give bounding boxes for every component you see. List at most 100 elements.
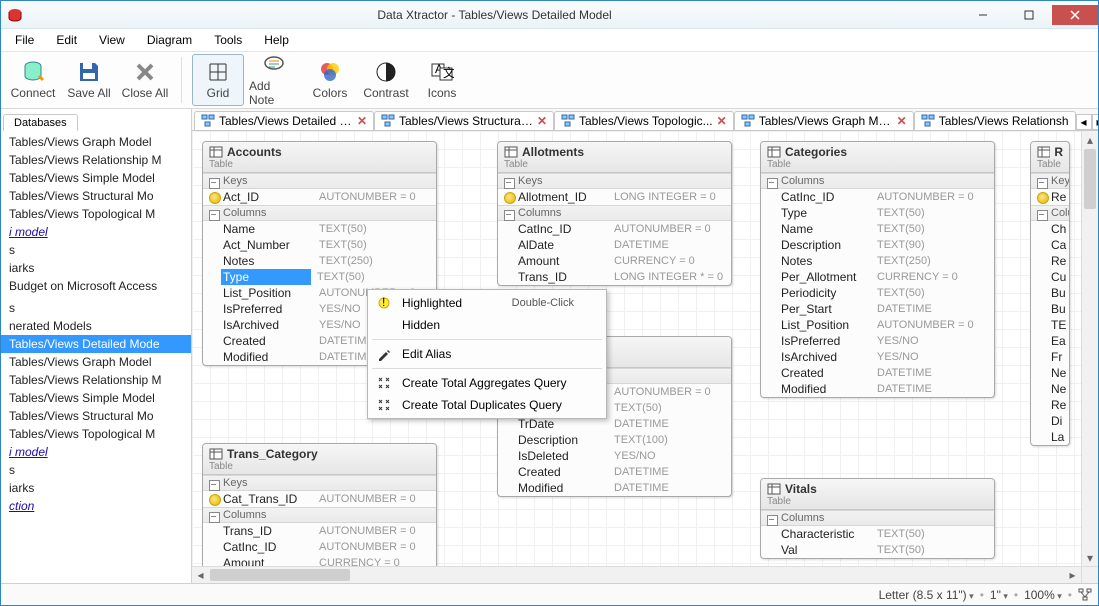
menu-item[interactable]: Hidden (370, 314, 604, 336)
tab-relationship[interactable]: Tables/Views Relationsh (914, 111, 1076, 130)
sidebar-item[interactable]: Tables/Views Structural Mo (1, 407, 191, 425)
column-row[interactable]: Di (1031, 413, 1069, 429)
column-row[interactable]: AlDateDATETIME (498, 237, 731, 253)
sidebar-item[interactable]: Tables/Views Structural Mo (1, 187, 191, 205)
section-columns[interactable]: Columns (761, 173, 994, 189)
tab-structural[interactable]: Tables/Views Structural...✕ (374, 111, 554, 130)
menu-view[interactable]: View (89, 31, 135, 49)
scroll-left-icon[interactable]: ◂ (192, 567, 209, 583)
zoom-select[interactable]: 100% (1024, 588, 1062, 602)
addnote-button[interactable]: Add Note (248, 54, 300, 106)
margin-select[interactable]: 1" (990, 588, 1008, 602)
column-row[interactable]: Per_StartDATETIME (761, 301, 994, 317)
column-row[interactable]: Ne (1031, 381, 1069, 397)
tab-detailed[interactable]: Tables/Views Detailed M...✕ (194, 111, 374, 130)
column-row[interactable]: CreatedDATETIME (498, 464, 731, 480)
menu-item[interactable]: Edit Alias (370, 343, 604, 365)
tab-topological[interactable]: Tables/Views Topologic...✕ (554, 111, 734, 130)
column-row[interactable]: Allotment_IDLONG INTEGER = 0 (498, 189, 731, 205)
maximize-button[interactable] (1006, 5, 1052, 25)
section-keys[interactable]: Keys (1031, 173, 1069, 189)
table-allotments[interactable]: AllotmentsTableKeysAllotment_IDLONG INTE… (497, 141, 732, 286)
grid-button[interactable]: Grid (192, 54, 244, 106)
connect-button[interactable]: Connect (7, 54, 59, 106)
sidebar-item[interactable]: iarks (1, 259, 191, 277)
section-columns[interactable]: Columns (203, 205, 436, 221)
column-row[interactable]: ModifiedDATETIME (498, 480, 731, 496)
column-row[interactable]: Ca (1031, 237, 1069, 253)
sidebar-item[interactable]: nerated Models (1, 317, 191, 335)
column-row[interactable]: List_PositionAUTONUMBER = 0 (761, 317, 994, 333)
table-transcategory[interactable]: Trans_CategoryTableKeysCat_Trans_IDAUTON… (202, 443, 437, 572)
diagram-icon[interactable] (1078, 588, 1092, 602)
closeall-button[interactable]: Close All (119, 54, 171, 106)
page-size-select[interactable]: Letter (8.5 x 11") (879, 588, 974, 602)
column-row[interactable]: NotesTEXT(250) (761, 253, 994, 269)
close-button[interactable] (1052, 5, 1098, 25)
section-columns[interactable]: Columns (1031, 205, 1069, 221)
horizontal-scrollbar[interactable]: ◂▸ (192, 566, 1081, 583)
menu-item[interactable]: !HighlightedDouble-Click (370, 292, 604, 314)
column-row[interactable]: Re (1031, 397, 1069, 413)
column-row[interactable]: NameTEXT(50) (203, 221, 436, 237)
column-row[interactable]: NameTEXT(50) (761, 221, 994, 237)
close-icon[interactable]: ✕ (897, 114, 907, 128)
column-row[interactable]: Bu (1031, 285, 1069, 301)
tab-scroll-left[interactable]: ◂ (1076, 114, 1092, 130)
section-columns[interactable]: Columns (203, 507, 436, 523)
column-row[interactable]: Ne (1031, 365, 1069, 381)
column-row[interactable]: TypeTEXT(50) (203, 269, 436, 285)
diagram-canvas[interactable]: AccountsTableKeysAct_IDAUTONUMBER = 0Col… (192, 131, 1098, 583)
sidebar-item[interactable]: ction (1, 497, 191, 515)
close-icon[interactable]: ✕ (537, 114, 547, 128)
icons-button[interactable]: A文 Icons (416, 54, 468, 106)
sidebar-item[interactable]: s (1, 299, 191, 317)
column-row[interactable]: TypeTEXT(50) (761, 205, 994, 221)
column-row[interactable]: NotesTEXT(250) (203, 253, 436, 269)
column-row[interactable]: DescriptionTEXT(90) (761, 237, 994, 253)
vertical-scrollbar[interactable]: ▴▾ (1081, 131, 1098, 566)
section-keys[interactable]: Keys (203, 475, 436, 491)
sidebar-tab-databases[interactable]: Databases (3, 114, 78, 131)
column-row[interactable]: AmountCURRENCY = 0 (498, 253, 731, 269)
close-icon[interactable]: ✕ (717, 114, 727, 128)
sidebar-item[interactable]: Tables/Views Graph Model (1, 133, 191, 151)
menu-edit[interactable]: Edit (46, 31, 87, 49)
column-row[interactable]: Fr (1031, 349, 1069, 365)
scroll-right-icon[interactable]: ▸ (1064, 567, 1081, 583)
column-row[interactable]: DescriptionTEXT(100) (498, 432, 731, 448)
minimize-button[interactable] (960, 5, 1006, 25)
scroll-up-icon[interactable]: ▴ (1082, 131, 1098, 148)
menu-help[interactable]: Help (254, 31, 299, 49)
table-vitals[interactable]: VitalsTableColumnsCharacteristicTEXT(50)… (760, 478, 995, 559)
sidebar-item[interactable]: Tables/Views Relationship M (1, 151, 191, 169)
column-row[interactable]: Trans_IDAUTONUMBER = 0 (203, 523, 436, 539)
column-row[interactable]: Trans_IDLONG INTEGER * = 0 (498, 269, 731, 285)
column-row[interactable]: CharacteristicTEXT(50) (761, 526, 994, 542)
table-r[interactable]: RTableKeysReColumnsChCaReCuBuBuTEEaFrNeN… (1030, 141, 1070, 446)
close-icon[interactable]: ✕ (357, 114, 367, 128)
menu-item[interactable]: Create Total Duplicates Query (370, 394, 604, 416)
column-row[interactable]: Cat_Trans_IDAUTONUMBER = 0 (203, 491, 436, 507)
menu-tools[interactable]: Tools (204, 31, 252, 49)
sidebar-item[interactable]: Budget on Microsoft Access (1, 277, 191, 295)
column-row[interactable]: Ch (1031, 221, 1069, 237)
column-row[interactable]: CatInc_IDAUTONUMBER = 0 (498, 221, 731, 237)
sidebar-item[interactable]: Tables/Views Topological M (1, 205, 191, 223)
sidebar-item[interactable]: i model (1, 223, 191, 241)
column-row[interactable]: ValTEXT(50) (761, 542, 994, 558)
menu-diagram[interactable]: Diagram (137, 31, 202, 49)
tab-graph[interactable]: Tables/Views Graph Mo...✕ (734, 111, 914, 130)
column-row[interactable]: CreatedDATETIME (761, 365, 994, 381)
column-row[interactable]: La (1031, 429, 1069, 445)
scroll-down-icon[interactable]: ▾ (1082, 549, 1098, 566)
column-row[interactable]: Cu (1031, 269, 1069, 285)
saveall-button[interactable]: Save All (63, 54, 115, 106)
sidebar-item[interactable]: Tables/Views Simple Model (1, 389, 191, 407)
column-row[interactable]: Ea (1031, 333, 1069, 349)
column-row[interactable]: ModifiedDATETIME (761, 381, 994, 397)
contrast-button[interactable]: Contrast (360, 54, 412, 106)
section-columns[interactable]: Columns (761, 510, 994, 526)
section-columns[interactable]: Columns (498, 205, 731, 221)
sidebar-item[interactable]: i model (1, 443, 191, 461)
